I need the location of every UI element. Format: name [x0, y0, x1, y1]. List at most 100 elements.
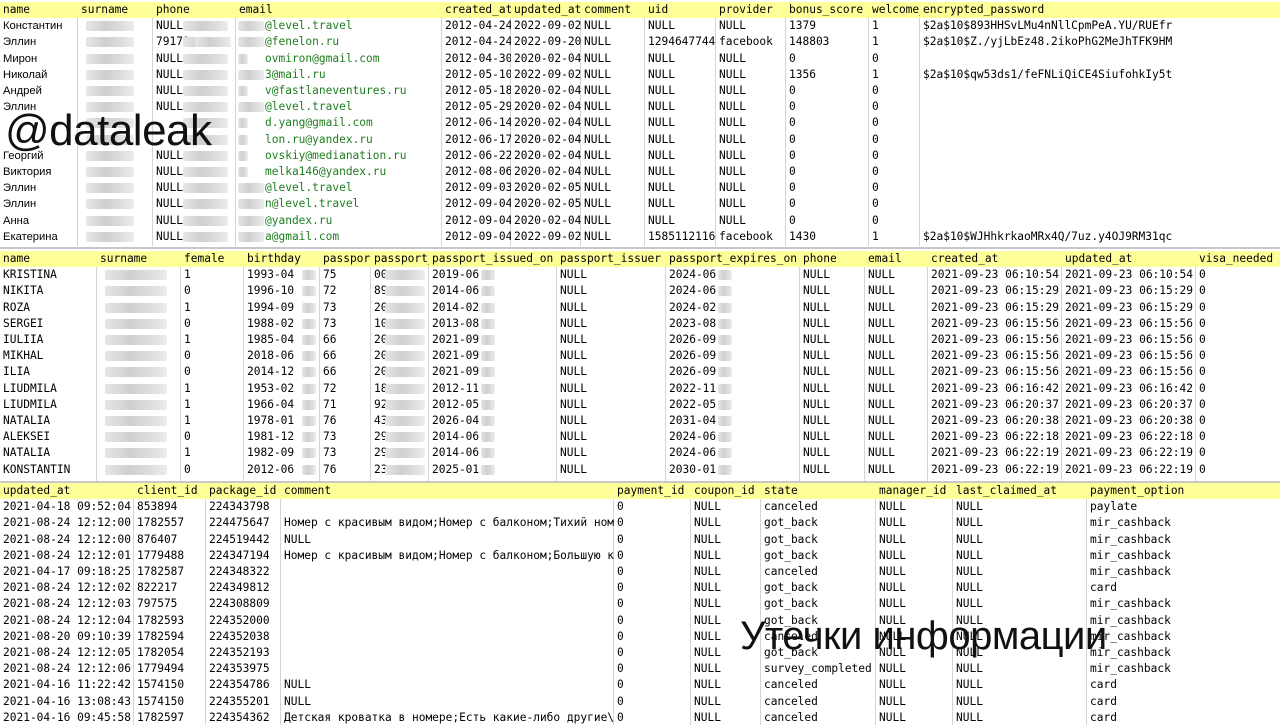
table-cell[interactable]: [78, 18, 153, 34]
table-cell[interactable]: NULL: [800, 316, 865, 332]
table-cell[interactable]: NULL: [716, 196, 786, 212]
table-cell[interactable]: 2026-04-: [429, 413, 557, 429]
table-cell[interactable]: 2020-02-04: [511, 213, 581, 229]
table-cell[interactable]: 2021-09-23 06:20:37: [928, 397, 1062, 413]
table-cell[interactable]: 2014-06-: [429, 429, 557, 445]
table-cell[interactable]: NULL: [557, 267, 666, 283]
table-cell[interactable]: NULL: [581, 196, 645, 212]
table-cell[interactable]: 2021-09-23 06:20:38: [1062, 413, 1196, 429]
table-cell[interactable]: 2025-01-: [429, 462, 557, 478]
table-cell[interactable]: 1294647744: [645, 34, 716, 50]
table-cell[interactable]: 224308809: [206, 596, 281, 612]
table-cell[interactable]: NULL: [953, 596, 1087, 612]
table-cell[interactable]: 0: [869, 148, 920, 164]
table-cell[interactable]: 2021-08-20 09:10:39: [0, 629, 134, 645]
table-cell[interactable]: NULL: [281, 694, 614, 710]
table-cell[interactable]: $2a$10$qw53ds1/feFNLiQiCE4SiufohkIy5t: [920, 67, 1280, 83]
table-cell[interactable]: NULL: [876, 580, 953, 596]
table-cell[interactable]: 0: [181, 364, 244, 380]
table-cell[interactable]: 822217: [134, 580, 206, 596]
table-cell[interactable]: 2021-08-24 12:12:03: [0, 596, 134, 612]
table-cell[interactable]: NULL: [691, 548, 761, 564]
table-cell[interactable]: [281, 499, 614, 515]
table-cell[interactable]: NULL: [865, 283, 928, 299]
table-cell[interactable]: 1: [181, 445, 244, 461]
table-cell[interactable]: KRISTINA: [0, 267, 97, 283]
table-cell[interactable]: 92: [371, 397, 429, 413]
table-cell[interactable]: 2021-09-23 06:15:29: [1062, 283, 1196, 299]
table-cell[interactable]: 2026-09-: [666, 348, 800, 364]
table-cell[interactable]: NULL: [581, 132, 645, 148]
table-row[interactable]: Николай NULL 3@mail.ru 2012-05-10 2022-09-02…: [0, 67, 1280, 83]
table-cell[interactable]: NULL: [691, 580, 761, 596]
column-header-provider[interactable]: provider: [716, 2, 786, 19]
table-cell[interactable]: NULL: [716, 51, 786, 67]
table-cell[interactable]: 224354362: [206, 710, 281, 725]
table-cell[interactable]: 66: [320, 332, 371, 348]
table-cell[interactable]: NULL: [153, 213, 236, 229]
table-cell[interactable]: 79179: [153, 34, 236, 50]
table-cell[interactable]: @level.travel: [236, 99, 442, 115]
table-cell[interactable]: [78, 34, 153, 50]
table-cell[interactable]: 2021-04-16 11:22:42: [0, 677, 134, 693]
table-cell[interactable]: 10: [371, 316, 429, 332]
table-cell[interactable]: NULL: [691, 596, 761, 612]
table-cell[interactable]: [78, 67, 153, 83]
column-header-birthday[interactable]: birthday: [244, 251, 320, 268]
table-row[interactable]: Эллин NULL @level.travel 2012-09-03 2020-02-…: [0, 180, 1280, 196]
table-cell[interactable]: NULL: [876, 661, 953, 677]
table-cell[interactable]: 0: [869, 180, 920, 196]
table-cell[interactable]: NULL: [876, 694, 953, 710]
table-cell[interactable]: 1953-02: [244, 381, 320, 397]
column-header-updated-at[interactable]: updated_at: [511, 2, 581, 19]
table-cell[interactable]: 2021-09-23 06:22:18: [928, 429, 1062, 445]
table-cell[interactable]: 2014-02-: [429, 300, 557, 316]
table-cell[interactable]: NULL: [716, 148, 786, 164]
table-cell[interactable]: [281, 661, 614, 677]
table-cell[interactable]: 76: [320, 462, 371, 478]
table-cell[interactable]: 0: [614, 694, 691, 710]
table-cell[interactable]: NULL: [557, 445, 666, 461]
table-cell[interactable]: 0: [614, 677, 691, 693]
table-cell[interactable]: NULL: [865, 348, 928, 364]
table-cell[interactable]: 224349812: [206, 580, 281, 596]
table-cell[interactable]: 0: [1196, 413, 1280, 429]
table-cell[interactable]: 2012-09-04: [442, 229, 511, 245]
table-cell[interactable]: @level.travel: [236, 180, 442, 196]
table-row[interactable]: NIKITA 0 1996-10 72 89 2014-06- NULL 2024-06- NU…: [0, 283, 1280, 299]
table-cell[interactable]: NULL: [581, 148, 645, 164]
column-header-surname[interactable]: surname: [97, 251, 181, 268]
table-cell[interactable]: NULL: [865, 397, 928, 413]
table-cell[interactable]: 2030-01-: [666, 462, 800, 478]
column-header-updated-at[interactable]: updated_at: [0, 483, 134, 500]
table-cell[interactable]: 2026-09-: [666, 364, 800, 380]
table-cell[interactable]: [97, 397, 181, 413]
table-cell[interactable]: 224352193: [206, 645, 281, 661]
table-cell[interactable]: NULL: [876, 499, 953, 515]
table-cell[interactable]: 2024-06-: [666, 283, 800, 299]
table-cell[interactable]: 224353975: [206, 661, 281, 677]
table-cell[interactable]: [920, 99, 1280, 115]
table-row[interactable]: 2021-04-18 09:52:04 853894 224343798 0 NULL c…: [0, 499, 1280, 515]
table-cell[interactable]: NULL: [581, 180, 645, 196]
table-cell[interactable]: 2021-09-23 06:16:42: [1062, 381, 1196, 397]
table-cell[interactable]: NULL: [716, 67, 786, 83]
table-cell[interactable]: 2021-09-23 06:15:56: [1062, 348, 1196, 364]
table-cell[interactable]: 1: [181, 397, 244, 413]
table-cell[interactable]: NULL: [691, 710, 761, 725]
table-cell[interactable]: NATALIA: [0, 445, 97, 461]
table-cell[interactable]: 76: [320, 413, 371, 429]
column-header-coupon-id[interactable]: coupon_id: [691, 483, 761, 500]
table-cell[interactable]: card: [1087, 694, 1280, 710]
table-cell[interactable]: 0: [181, 316, 244, 332]
table-cell[interactable]: [920, 164, 1280, 180]
table-cell[interactable]: mir_cashback: [1087, 629, 1280, 645]
table-cell[interactable]: 29: [371, 445, 429, 461]
table-cell[interactable]: 2021-08-24 12:12:04: [0, 613, 134, 629]
table-cell[interactable]: 00: [371, 267, 429, 283]
table-cell[interactable]: 2021-09-23 06:15:29: [928, 300, 1062, 316]
table-cell[interactable]: 0: [1196, 300, 1280, 316]
table-cell[interactable]: NULL: [581, 51, 645, 67]
table-row[interactable]: Эллин NULL n@level.travel 2012-09-04 2020-02…: [0, 196, 1280, 212]
table-cell[interactable]: 1: [181, 267, 244, 283]
